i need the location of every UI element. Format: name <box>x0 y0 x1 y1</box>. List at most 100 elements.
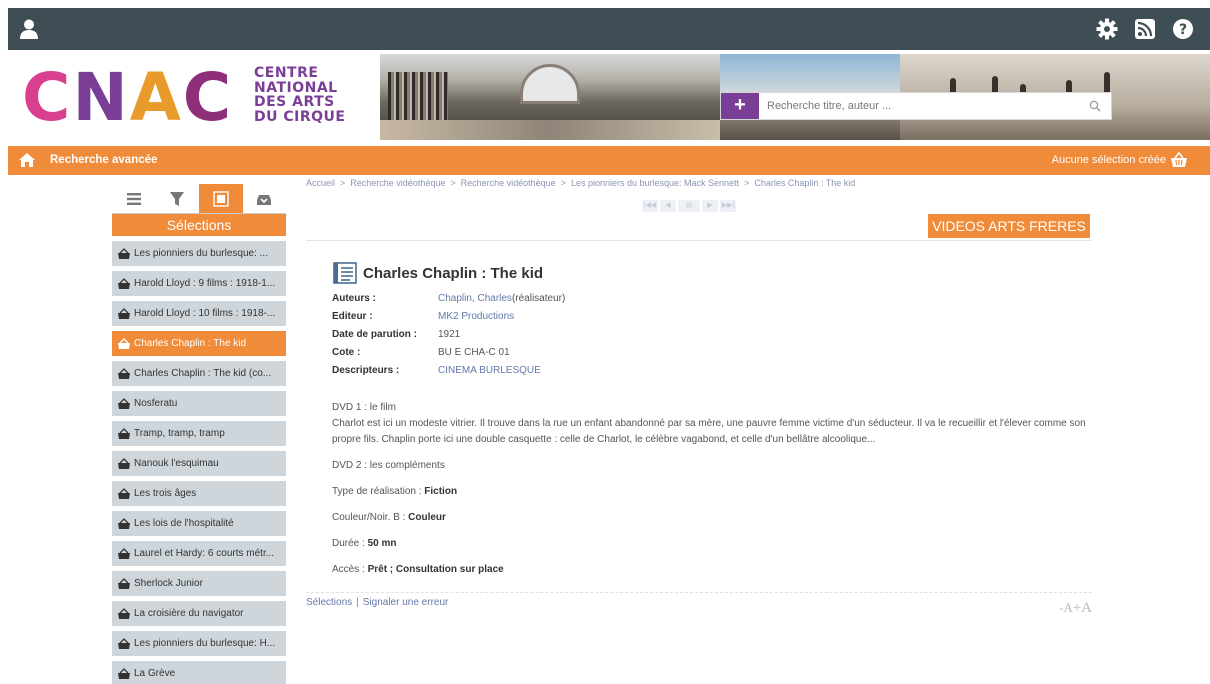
tab-list[interactable] <box>112 184 156 213</box>
selection-item-label: Harold Lloyd : 10 films : 1918-... <box>134 308 276 319</box>
gear-icon[interactable] <box>1096 18 1118 40</box>
selection-item[interactable]: Tramp, tramp, tramp <box>112 421 286 446</box>
selection-item[interactable]: Nanouk l'esquimau <box>112 451 286 476</box>
color-row: Couleur/Noir. B : Couleur <box>332 512 446 523</box>
selection-item-label: Les trois âges <box>134 488 197 499</box>
record-pager: |◀◀ ◀ ▤ ▶ ▶▶| <box>642 200 736 212</box>
video-basket-icon <box>118 307 130 319</box>
selection-item-label: Les lois de l'hospitalité <box>134 518 234 529</box>
selection-item[interactable]: Les trois âges <box>112 481 286 506</box>
help-icon[interactable]: ? <box>1172 18 1194 40</box>
search-icon[interactable] <box>1089 100 1101 112</box>
access-row: Accès : Prêt ; Consultation sur place <box>332 564 504 575</box>
tab-selections[interactable] <box>199 184 243 213</box>
selection-item-label: Charles Chaplin : The kid <box>134 338 247 349</box>
collection-button[interactable]: VIDEOS ARTS FRERES <box>928 214 1090 238</box>
video-basket-icon <box>118 277 130 289</box>
list-icon <box>126 192 141 205</box>
duration-row: Durée : 50 mn <box>332 538 397 549</box>
record-title-text: Charles Chaplin : The kid <box>363 264 544 282</box>
font-increase-button[interactable]: +A <box>1073 600 1092 616</box>
selection-item[interactable]: Charles Chaplin : The kid <box>112 331 286 356</box>
pager-first-button[interactable]: |◀◀ <box>642 200 658 212</box>
search-plus-button[interactable]: + <box>721 93 759 119</box>
search-input[interactable] <box>767 93 1077 119</box>
selection-item-label: Nosferatu <box>134 398 178 409</box>
breadcrumb-separator: > <box>744 178 750 188</box>
selection-status[interactable]: Aucune sélection créée <box>1052 154 1166 166</box>
selection-item[interactable]: Nosferatu <box>112 391 286 416</box>
tab-download[interactable] <box>242 184 286 213</box>
banner-photo-library <box>380 54 720 140</box>
pager-next-button[interactable]: ▶ <box>702 200 718 212</box>
dvd1-block: DVD 1 : le film Charlot est ici un modest… <box>332 402 1086 445</box>
font-decrease-button[interactable]: -A <box>1059 600 1073 615</box>
selection-item[interactable]: Harold Lloyd : 10 films : 1918-... <box>112 301 286 326</box>
breadcrumb-item[interactable]: Les pionniers du burlesque: Mack Sennett <box>571 178 739 188</box>
selections-list: Les pionniers du burlesque: ... Harold Ll… <box>112 241 286 684</box>
field-value[interactable]: CINEMA BURLESQUE <box>438 365 541 376</box>
video-basket-icon <box>118 367 130 379</box>
selection-item[interactable]: Laurel et Hardy: 6 courts métr... <box>112 541 286 566</box>
breadcrumb-item[interactable]: Recherche vidéothèque <box>461 178 556 188</box>
breadcrumb-separator: > <box>340 178 346 188</box>
report-error-link[interactable]: Signaler une erreur <box>363 597 449 608</box>
selection-item[interactable]: Les pionniers du burlesque: ... <box>112 241 286 266</box>
selections-sidebar: Sélections Les pionniers du burlesque: .… <box>112 184 286 684</box>
home-icon[interactable] <box>18 152 36 168</box>
video-basket-icon <box>118 397 130 409</box>
field-row: Descripteurs : CINEMA BURLESQUE <box>332 361 565 379</box>
footer-links: Sélections | Signaler une erreur <box>306 597 449 608</box>
footer-divider <box>306 592 1092 593</box>
field-label: Auteurs : <box>332 292 376 304</box>
selection-item-label: Tramp, tramp, tramp <box>134 428 225 439</box>
video-basket-icon <box>118 337 130 349</box>
video-basket-icon <box>118 487 130 499</box>
pager-list-button[interactable]: ▤ <box>678 200 700 212</box>
selection-item[interactable]: La croisière du navigator <box>112 601 286 626</box>
breadcrumb-item[interactable]: Recherche vidéothèque <box>350 178 445 188</box>
selections-title: Sélections <box>112 214 286 236</box>
cnac-logo[interactable]: CNAC <box>22 60 233 136</box>
nav-bar: Recherche avancée Aucune sélection créée <box>8 146 1210 175</box>
logo-subtitle: CENTRE NATIONAL DES ARTS DU CIRQUE <box>254 65 346 125</box>
selections-link[interactable]: Sélections <box>306 597 352 608</box>
rss-icon[interactable] <box>1134 18 1156 40</box>
type-row: Type de réalisation : Fiction <box>332 486 458 497</box>
divider <box>306 240 1092 241</box>
field-value[interactable]: MK2 Productions <box>438 311 514 322</box>
video-basket-icon <box>118 547 130 559</box>
breadcrumb-item[interactable]: Accueil <box>306 178 335 188</box>
field-suffix: (réalisateur) <box>511 292 566 304</box>
basket-icon[interactable] <box>1170 152 1188 168</box>
breadcrumb-item[interactable]: Charles Chaplin : The kid <box>754 178 855 188</box>
pager-last-button[interactable]: ▶▶| <box>720 200 736 212</box>
record-title: Charles Chaplin : The kid <box>332 260 543 286</box>
pager-prev-button[interactable]: ◀ <box>660 200 676 212</box>
selection-item[interactable]: Les pionniers du burlesque: H... <box>112 631 286 656</box>
user-icon[interactable] <box>18 18 40 40</box>
breadcrumb: Accueil > Recherche vidéothèque > Recherche … <box>306 176 1092 190</box>
selection-item[interactable]: Sherlock Junior <box>112 571 286 596</box>
video-basket-icon <box>118 577 130 589</box>
selection-item-label: Sherlock Junior <box>134 578 203 589</box>
selection-item[interactable]: Charles Chaplin : The kid (co... <box>112 361 286 386</box>
video-basket-icon <box>118 457 130 469</box>
selection-item[interactable]: Les lois de l'hospitalité <box>112 511 286 536</box>
breadcrumb-separator: > <box>560 178 566 188</box>
page-frame: ? CNAC CENTRE NATIONAL DES ARTS DU CIRQU… <box>8 8 1210 684</box>
selection-item-label: Laurel et Hardy: 6 courts métr... <box>134 548 275 559</box>
video-basket-icon <box>118 517 130 529</box>
selection-item-label: Charles Chaplin : The kid (co... <box>134 368 272 379</box>
video-basket-icon <box>118 607 130 619</box>
selection-item[interactable]: Harold Lloyd : 9 films : 1918-1... <box>112 271 286 296</box>
tab-filter[interactable] <box>155 184 199 213</box>
selection-item[interactable]: La Grève <box>112 661 286 684</box>
field-row: Cote : BU E CHA-C 01 <box>332 343 565 361</box>
breadcrumb-separator: > <box>450 178 456 188</box>
advanced-search-link[interactable]: Recherche avancée <box>50 154 157 166</box>
selection-item-label: Nanouk l'esquimau <box>134 458 219 469</box>
field-value[interactable]: Chaplin, Charles <box>438 293 512 304</box>
field-row: Editeur : MK2 Productions <box>332 307 565 325</box>
main-content: Accueil > Recherche vidéothèque > Recherche … <box>306 176 1092 616</box>
